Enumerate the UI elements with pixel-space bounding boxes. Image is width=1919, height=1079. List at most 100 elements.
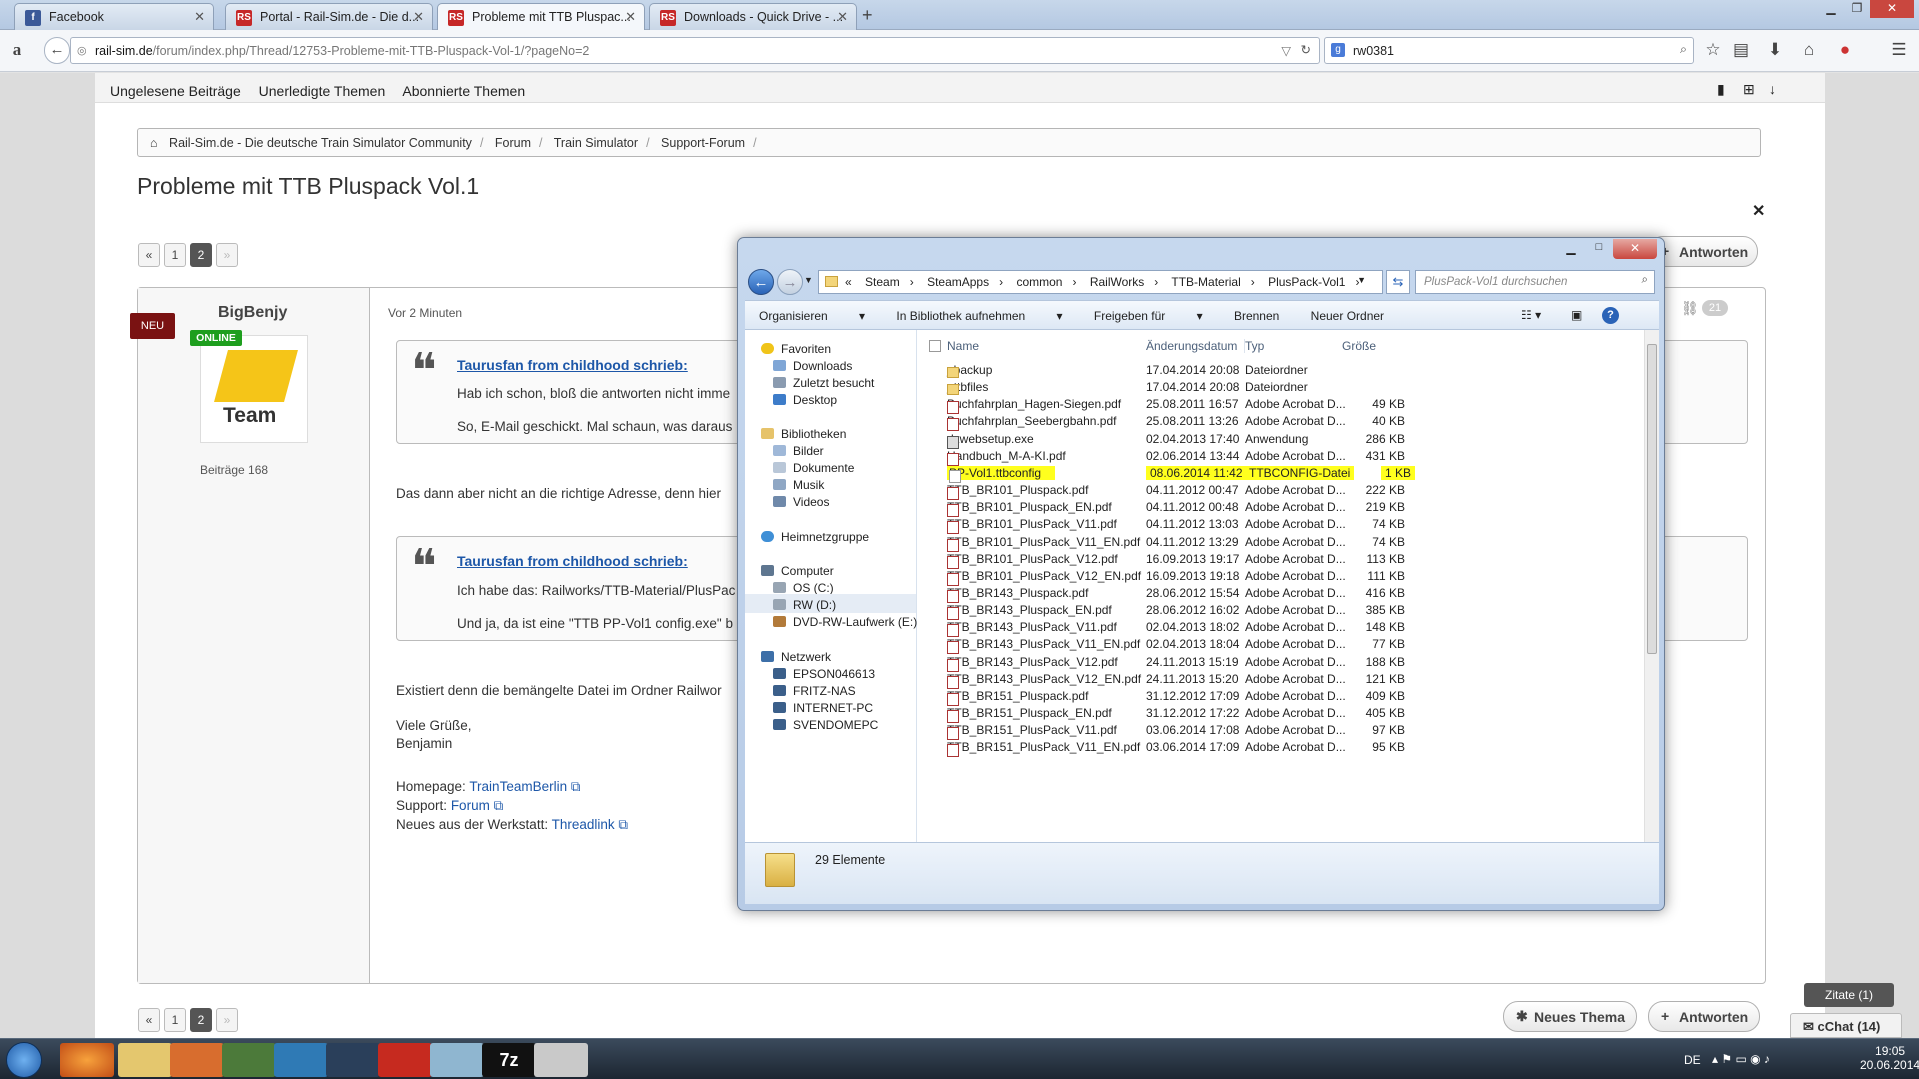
tab-portal[interactable]: RS Portal - Rail-Sim.de - Die d... ✕ bbox=[225, 3, 433, 30]
nav-drive-d-selected[interactable]: RW (D:) bbox=[745, 594, 916, 613]
close-icon[interactable]: ✕ bbox=[1752, 201, 1765, 221]
bookmark-icon[interactable]: ▮ bbox=[1717, 81, 1725, 98]
column-size[interactable]: Größe bbox=[1342, 339, 1376, 353]
nav-libraries[interactable]: Bibliotheken bbox=[761, 427, 846, 441]
sitemap-icon[interactable]: ⊞ bbox=[1743, 81, 1755, 98]
breadcrumb-forum[interactable]: Forum bbox=[495, 136, 531, 150]
close-tab-icon[interactable]: ✕ bbox=[625, 9, 636, 25]
restore-icon[interactable]: ❐ bbox=[1844, 0, 1870, 18]
post-author[interactable]: BigBenjy bbox=[218, 304, 287, 322]
nav-net-svendomepc[interactable]: SVENDOMEPC bbox=[773, 718, 878, 732]
7zip-taskbar-icon[interactable]: 7z bbox=[482, 1043, 536, 1077]
page-2-button[interactable]: 2 bbox=[190, 1008, 212, 1032]
url-bar[interactable]: ◎ rail-sim.de/forum/index.php/Thread/127… bbox=[70, 37, 1320, 64]
close-tab-icon[interactable]: ✕ bbox=[837, 9, 848, 25]
close-window-icon[interactable]: ✕ bbox=[1613, 239, 1657, 259]
quote-author-link[interactable]: Taurusfan from childhood schrieb: bbox=[457, 553, 688, 569]
back-icon[interactable]: ← bbox=[44, 37, 70, 64]
path-railworks[interactable]: RailWorks bbox=[1090, 275, 1144, 289]
language-indicator[interactable]: DE bbox=[1684, 1053, 1701, 1067]
menu-icon[interactable]: ☰ bbox=[1888, 40, 1910, 60]
search-icon[interactable]: ⌕ bbox=[1680, 42, 1687, 57]
explorer-taskbar-icon[interactable] bbox=[118, 1043, 172, 1077]
library-icon[interactable]: ▤ bbox=[1730, 40, 1752, 60]
new-thread-button[interactable]: ✱ Neues Thema bbox=[1503, 1001, 1637, 1032]
app-taskbar-icon[interactable] bbox=[222, 1043, 276, 1077]
nav-recent[interactable]: Zuletzt besucht bbox=[773, 376, 874, 390]
download-icon[interactable]: ⬇ bbox=[1764, 40, 1786, 60]
tab-facebook[interactable]: f Facebook ✕ bbox=[14, 3, 214, 30]
path-common[interactable]: common bbox=[1016, 275, 1062, 289]
clock[interactable]: 19:05 20.06.2014 bbox=[1860, 1044, 1919, 1072]
quote-author-link[interactable]: Taurusfan from childhood schrieb: bbox=[457, 357, 688, 373]
tab-downloads[interactable]: RS Downloads - Quick Drive - ... ✕ bbox=[649, 3, 857, 30]
select-all-checkbox[interactable] bbox=[929, 340, 941, 352]
quotes-button[interactable]: Zitate (1) bbox=[1804, 983, 1894, 1007]
link-icon[interactable]: ⛓ bbox=[1681, 300, 1699, 317]
organize-button[interactable]: Organisieren ▾ bbox=[759, 309, 865, 323]
breadcrumb-train-simulator[interactable]: Train Simulator bbox=[554, 136, 638, 150]
reload-icon[interactable]: ↻ bbox=[1301, 42, 1311, 57]
steam-taskbar-icon[interactable] bbox=[326, 1043, 380, 1077]
nav-computer[interactable]: Computer bbox=[761, 564, 834, 578]
path-pluspack[interactable]: PlusPack-Vol1 bbox=[1268, 275, 1345, 289]
breadcrumb-home[interactable]: Rail-Sim.de - Die deutsche Train Simulat… bbox=[169, 136, 472, 150]
next-page-button[interactable]: » bbox=[216, 243, 238, 267]
path-steamapps[interactable]: SteamApps bbox=[927, 275, 989, 289]
app-taskbar-icon[interactable] bbox=[274, 1043, 328, 1077]
breadcrumb-support-forum[interactable]: Support-Forum bbox=[661, 136, 745, 150]
path-steam[interactable]: Steam bbox=[865, 275, 900, 289]
nav-favorites[interactable]: Favoriten bbox=[761, 342, 831, 356]
nav-drive-c[interactable]: OS (C:) bbox=[773, 581, 834, 595]
view-options-icon[interactable]: ☷ ▾ bbox=[1521, 308, 1541, 322]
media-player-taskbar-icon[interactable] bbox=[170, 1043, 224, 1077]
history-dropdown-icon[interactable]: ▼ bbox=[804, 275, 813, 285]
avatar[interactable]: Team bbox=[200, 335, 308, 443]
nav-homegroup[interactable]: Heimnetzgruppe bbox=[761, 530, 869, 544]
library-button[interactable]: In Bibliothek aufnehmen ▾ bbox=[896, 309, 1062, 323]
search-bar[interactable]: g rw0381 ⌕ bbox=[1324, 37, 1694, 64]
tray-icons[interactable]: ▴ ⚑ ▭ ◉ ♪ bbox=[1712, 1052, 1770, 1066]
share-button[interactable]: Freigeben für ▾ bbox=[1094, 309, 1203, 323]
close-window-icon[interactable]: ✕ bbox=[1870, 0, 1914, 18]
close-tab-icon[interactable]: ✕ bbox=[413, 9, 424, 25]
app-taskbar-icon[interactable] bbox=[430, 1043, 484, 1077]
werkstatt-link[interactable]: Threadlink bbox=[552, 817, 615, 832]
preview-pane-icon[interactable]: ▣ bbox=[1571, 308, 1582, 322]
scroll-down-icon[interactable]: ↓ bbox=[1769, 81, 1776, 97]
acrobat-taskbar-icon[interactable] bbox=[378, 1043, 432, 1077]
forward-icon[interactable]: → bbox=[777, 269, 803, 295]
dropdown-icon[interactable]: ▽ bbox=[1281, 43, 1291, 58]
back-icon[interactable]: ← bbox=[748, 269, 774, 295]
new-tab-button[interactable]: + bbox=[862, 5, 873, 26]
first-page-button[interactable]: « bbox=[138, 243, 160, 267]
explorer-address-bar[interactable]: « Steam › SteamApps › common › RailWorks › T… bbox=[818, 270, 1383, 294]
burn-button[interactable]: Brennen bbox=[1234, 309, 1279, 323]
homepage-link[interactable]: TrainTeamBerlin bbox=[469, 779, 567, 794]
column-date[interactable]: Änderungsdatum bbox=[1146, 339, 1237, 353]
nav-net-fritz[interactable]: FRITZ-NAS bbox=[773, 684, 856, 698]
file-row[interactable]: TTB_BR151_PlusPack_V11_EN.pdf 03.06.2014 … bbox=[917, 736, 1647, 758]
subnav-subscribed[interactable]: Abonnierte Themen bbox=[402, 83, 525, 99]
page-1-button[interactable]: 1 bbox=[164, 1008, 186, 1032]
nav-downloads[interactable]: Downloads bbox=[773, 359, 852, 373]
scrollbar-thumb[interactable] bbox=[1647, 344, 1657, 654]
tab-probleme[interactable]: RS Probleme mit TTB Pluspac... ✕ bbox=[437, 3, 645, 31]
bookmark-star-icon[interactable]: ☆ bbox=[1702, 40, 1724, 60]
home-icon[interactable]: ⌂ bbox=[1798, 40, 1820, 60]
column-type[interactable]: Typ bbox=[1245, 339, 1264, 353]
nav-videos[interactable]: Videos bbox=[773, 495, 829, 509]
new-folder-button[interactable]: Neuer Ordner bbox=[1311, 309, 1384, 323]
nav-music[interactable]: Musik bbox=[773, 478, 824, 492]
amazon-icon[interactable]: a bbox=[6, 40, 28, 60]
address-dropdown-icon[interactable]: ▼ bbox=[1357, 275, 1366, 285]
nav-desktop[interactable]: Desktop bbox=[773, 393, 837, 407]
chat-button[interactable]: ✉ cChat (14) bbox=[1790, 1013, 1902, 1038]
page-2-button[interactable]: 2 bbox=[190, 243, 212, 267]
nav-net-internet-pc[interactable]: INTERNET-PC bbox=[773, 701, 873, 715]
calculator-taskbar-icon[interactable] bbox=[534, 1043, 588, 1077]
nav-net-epson[interactable]: EPSON046613 bbox=[773, 667, 875, 681]
firefox-taskbar-icon[interactable] bbox=[60, 1043, 114, 1077]
first-page-button[interactable]: « bbox=[138, 1008, 160, 1032]
path-back[interactable]: « bbox=[845, 275, 852, 289]
